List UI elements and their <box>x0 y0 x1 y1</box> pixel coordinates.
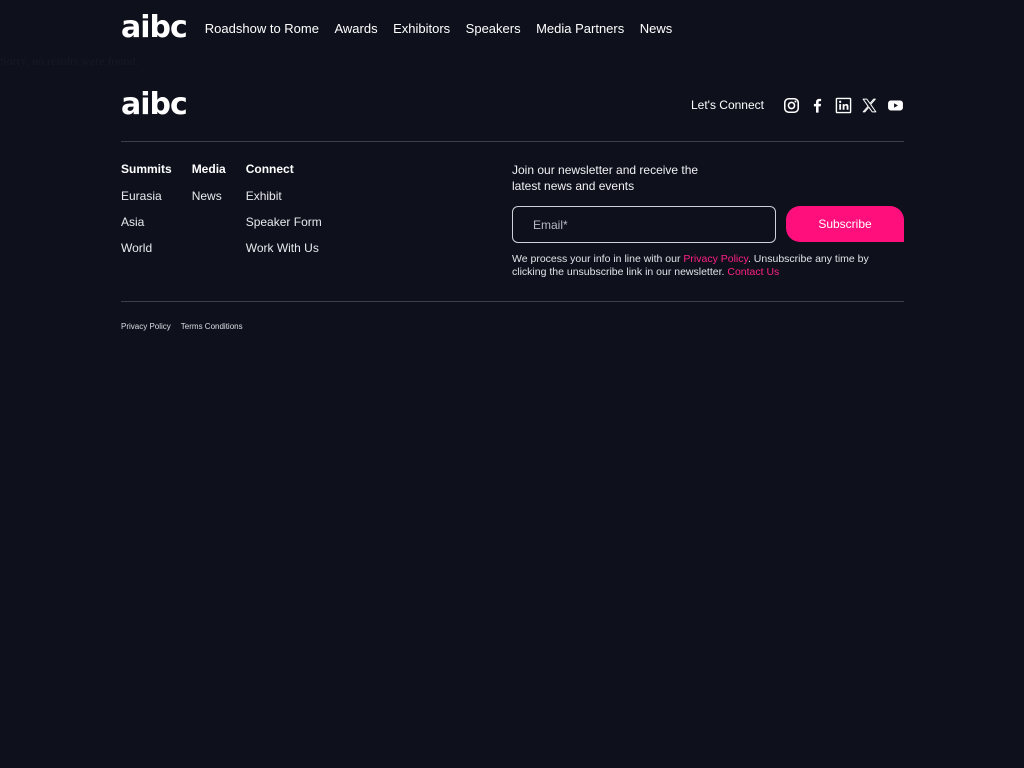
footer-link-asia[interactable]: Asia <box>121 214 172 240</box>
instagram-icon[interactable] <box>782 96 800 114</box>
legal-privacy-policy-link[interactable]: Privacy Policy <box>121 322 171 331</box>
newsletter-note: We process your info in line with our Pr… <box>512 253 904 279</box>
linkedin-icon[interactable] <box>834 96 852 114</box>
main-nav: Roadshow to Rome Awards Exhibitors Speak… <box>205 21 688 36</box>
nav-item-speakers[interactable]: Speakers <box>466 21 521 36</box>
footer-link-exhibit[interactable]: Exhibit <box>246 188 322 214</box>
note-text-before: We process your info in line with our <box>512 253 684 265</box>
nav-item-roadshow-to-rome[interactable]: Roadshow to Rome <box>205 21 319 36</box>
social-links <box>774 96 904 114</box>
no-results-message: Sorry, no results were found. <box>0 54 139 68</box>
column-heading-media: Media <box>191 162 226 176</box>
footer-column-summits: Summits Eurasia Asia World <box>121 162 172 266</box>
footer-link-world[interactable]: World <box>121 240 172 266</box>
social-connect: Let's Connect <box>691 96 904 114</box>
column-heading-summits: Summits <box>121 162 172 176</box>
connect-label: Let's Connect <box>690 98 764 112</box>
footer-link-eurasia[interactable]: Eurasia <box>121 188 172 214</box>
legal-links: Privacy Policy Terms Conditions <box>121 322 253 331</box>
page: aibc Roadshow to Rome Awards Exhibitors … <box>0 0 1024 768</box>
footer-columns: Summits Eurasia Asia World Media News Co… <box>121 162 342 266</box>
footer-top: aibc Let's Connect <box>121 90 904 120</box>
site-header: aibc Roadshow to Rome Awards Exhibitors … <box>121 13 688 43</box>
legal-terms-conditions-link[interactable]: Terms Conditions <box>181 322 243 331</box>
footer-column-media: Media News <box>192 162 226 266</box>
email-input[interactable] <box>512 206 776 243</box>
youtube-icon[interactable] <box>886 96 904 114</box>
footer-link-news[interactable]: News <box>192 188 226 214</box>
column-heading-connect: Connect <box>245 162 294 176</box>
nav-item-exhibitors[interactable]: Exhibitors <box>393 21 450 36</box>
newsletter-form: Subscribe <box>512 206 904 243</box>
header-logo[interactable]: aibc <box>121 13 188 43</box>
footer-divider-top <box>121 141 904 142</box>
footer-link-work-with-us[interactable]: Work With Us <box>246 240 322 266</box>
footer-divider-bottom <box>121 301 904 302</box>
subscribe-button[interactable]: Subscribe <box>786 206 904 242</box>
nav-item-media-partners[interactable]: Media Partners <box>536 21 624 36</box>
privacy-policy-link[interactable]: Privacy Policy <box>683 253 748 265</box>
facebook-icon[interactable] <box>808 96 826 114</box>
footer-link-speaker-form[interactable]: Speaker Form <box>246 214 322 240</box>
newsletter-heading: Join our newsletter and receive the late… <box>512 163 699 193</box>
nav-item-awards[interactable]: Awards <box>334 21 377 36</box>
newsletter-section: Join our newsletter and receive the late… <box>512 162 904 279</box>
contact-us-link[interactable]: Contact Us <box>727 266 779 278</box>
footer-logo[interactable]: aibc <box>121 90 188 120</box>
footer-column-connect: Connect Exhibit Speaker Form Work With U… <box>246 162 322 266</box>
x-icon[interactable] <box>860 96 878 114</box>
nav-item-news[interactable]: News <box>640 21 673 36</box>
